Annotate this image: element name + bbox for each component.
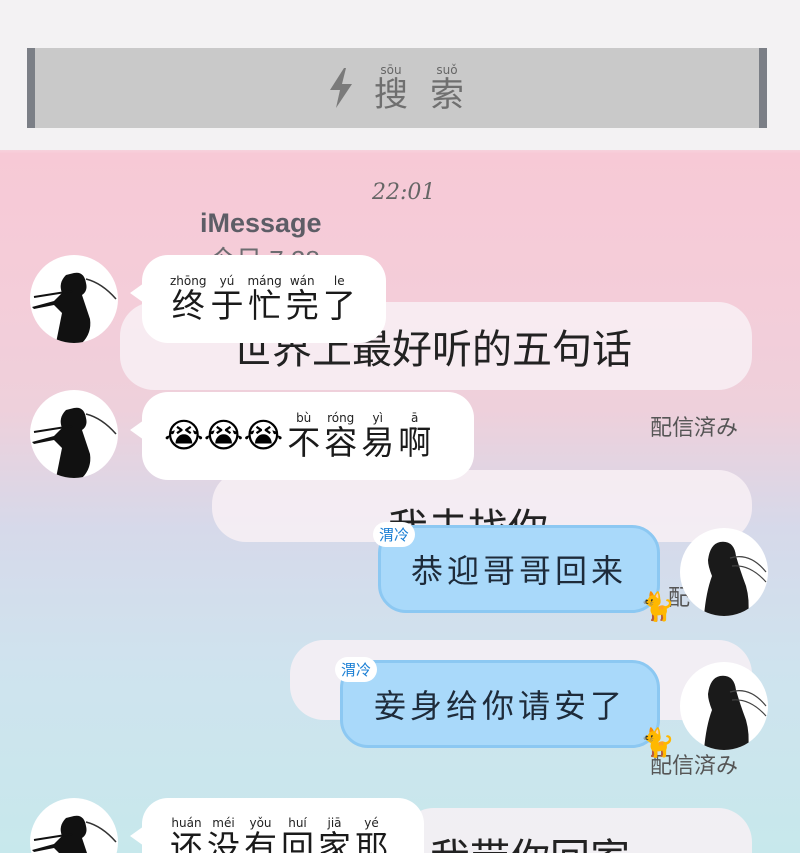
search-bar[interactable]: sōu 搜 suǒ 索 [27,48,767,128]
silhouette-icon [704,541,767,616]
message-char: yǒu 有 [244,816,277,853]
message-char: yì 易 [361,411,395,462]
silhouette-icon [32,407,117,478]
message-char: máng 忙 [247,274,282,325]
avatar[interactable] [30,255,118,343]
silhouette-icon [32,815,117,853]
message-text: 妾身给你请安了 [373,687,626,725]
bg-service-label: iMessage [200,208,322,238]
message-char: bù 不 [287,411,321,462]
crying-emoji-icon: 😭😭😭 [164,416,284,456]
message-bubble[interactable]: zhōng 终 yú 于 máng 忙 wán 完 le 了 [130,255,386,343]
message-bubble-blue[interactable]: 渭冷 恭迎哥哥回来 [373,522,660,613]
sender-badge: 渭冷 [373,522,416,547]
cat-icon: 🐈 [640,590,675,623]
avatar[interactable] [30,798,118,853]
message-char: ā啊 [398,411,432,462]
message-char: huí 回 [281,816,314,853]
silhouette-icon [704,675,767,750]
message-bubble[interactable]: 😭😭😭 bù 不 róng 容 yì 易 ā啊 [130,392,474,480]
search-char: sōu 搜 [374,63,408,115]
avatar[interactable] [680,528,768,616]
search-char: suǒ 索 [430,63,464,115]
message-char: jiā 家 [318,816,351,853]
avatar[interactable] [30,390,118,478]
silhouette-icon [32,272,117,343]
avatar[interactable] [680,662,768,750]
message-char: róng 容 [324,411,358,462]
message-char: yé 耶 [355,816,388,853]
message-char: méi 没 [207,816,240,853]
bubble-tail [130,283,144,303]
message-char: zhōng 终 [170,274,207,325]
sender-badge: 渭冷 [335,657,378,682]
lightning-icon [330,68,352,108]
bg-status: 配信済み [650,416,739,441]
cat-icon: 🐈 [640,726,675,759]
message-bubble[interactable]: huán 还 méi 没 yǒu 有 huí 回 jiā 家 yé 耶 [130,798,424,853]
bubble-tail [130,420,144,440]
bubble-tail [130,826,144,846]
message-text: 恭迎哥哥回来 [410,552,627,590]
message-text: zhōng 终 yú 于 máng 忙 wán 完 le 了 [168,274,358,324]
message-char: wán 完 [285,274,319,325]
bg-timestamp: 22:01 [372,180,436,205]
message-char: huán 还 [170,816,203,853]
message-bubble-blue[interactable]: 渭冷 妾身给你请安了 [335,657,660,748]
message-char: yú 于 [210,274,244,325]
bg-bubble: 我带你回家 [400,808,752,853]
message-char: le 了 [322,274,356,325]
message-text: bù 不 róng 容 yì 易 ā啊 [285,411,433,461]
message-text: huán 还 méi 没 yǒu 有 huí 回 jiā 家 yé 耶 [168,816,390,853]
